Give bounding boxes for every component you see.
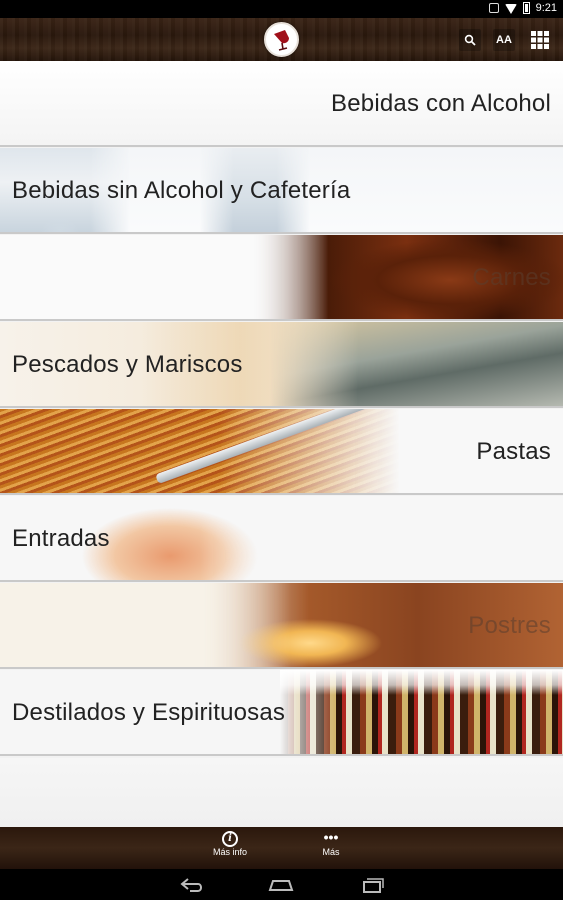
category-label: Bebidas con Alcohol xyxy=(331,90,551,117)
status-bar: 9:21 xyxy=(0,0,563,18)
category-bebidas-sin-alcohol[interactable]: Bebidas sin Alcohol y Cafetería xyxy=(0,148,563,234)
category-image xyxy=(270,322,563,406)
font-size-label: AA xyxy=(496,34,512,46)
grid-icon xyxy=(531,31,549,49)
font-size-button[interactable]: AA xyxy=(493,29,515,51)
back-icon xyxy=(180,878,202,892)
category-label: Carnes xyxy=(472,264,551,291)
search-button[interactable] xyxy=(459,29,481,51)
recent-apps-button[interactable] xyxy=(358,876,386,894)
recent-apps-icon xyxy=(363,878,384,893)
home-button[interactable] xyxy=(267,876,295,894)
more-info-button[interactable]: i Más info xyxy=(200,831,260,857)
category-label: Pastas xyxy=(476,438,551,465)
category-postres[interactable]: Postres xyxy=(0,583,563,669)
more-button[interactable]: ••• Más xyxy=(301,829,361,857)
battery-icon xyxy=(522,2,530,14)
category-carnes[interactable]: Carnes xyxy=(0,235,563,321)
category-destilados[interactable]: Destilados y Espirituosas xyxy=(0,670,563,756)
category-pastas[interactable]: Pastas xyxy=(0,409,563,495)
category-image xyxy=(0,409,400,493)
category-label: Entradas xyxy=(12,525,110,552)
more-dots-icon: ••• xyxy=(323,829,339,845)
category-pescados-mariscos[interactable]: Pescados y Mariscos xyxy=(0,322,563,408)
shelf-highlight xyxy=(280,670,563,695)
wine-glass-icon xyxy=(274,30,289,51)
app-header: AA xyxy=(0,18,563,61)
list-empty-space xyxy=(0,758,563,827)
category-bebidas-con-alcohol[interactable]: Bebidas con Alcohol xyxy=(0,61,563,147)
category-list: Bebidas con Alcohol Bebidas sin Alcohol … xyxy=(0,61,563,827)
more-info-label: Más info xyxy=(212,847,247,857)
clock: 9:21 xyxy=(535,2,557,14)
app-logo[interactable] xyxy=(264,22,299,57)
system-nav-bar xyxy=(0,869,563,900)
more-label: Más xyxy=(322,847,340,857)
back-button[interactable] xyxy=(178,876,206,894)
grid-view-button[interactable] xyxy=(528,29,552,51)
category-label: Postres xyxy=(468,612,551,639)
notification-icon xyxy=(488,3,499,13)
category-entradas[interactable]: Entradas xyxy=(0,496,563,582)
search-icon xyxy=(464,34,476,46)
bottom-toolbar: i Más info ••• Más xyxy=(0,827,563,869)
home-icon xyxy=(268,880,294,891)
category-label: Bebidas sin Alcohol y Cafetería xyxy=(12,177,351,204)
info-icon: i xyxy=(222,831,238,847)
category-label: Destilados y Espirituosas xyxy=(12,699,286,726)
status-icons: 9:21 xyxy=(488,2,557,14)
category-label: Pescados y Mariscos xyxy=(12,351,243,378)
wifi-icon xyxy=(504,3,517,14)
